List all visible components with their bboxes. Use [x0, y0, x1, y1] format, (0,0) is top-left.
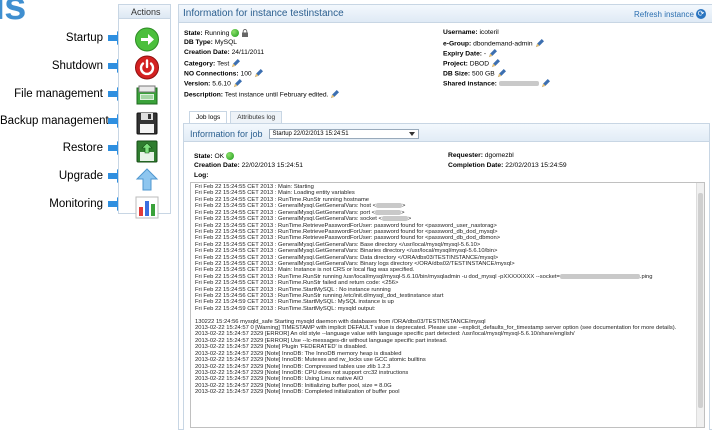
tab-job-logs[interactable]: Job logs	[189, 111, 228, 123]
annotation-2: File management	[0, 84, 128, 104]
info-field-right-5: Shared instance:	[443, 79, 550, 88]
edit-pencil-icon[interactable]	[491, 59, 501, 68]
annotation-4: Restore	[0, 138, 128, 158]
annotation-label: Startup	[65, 32, 103, 44]
edit-pencil-icon[interactable]	[488, 49, 498, 58]
job-select-value: Startup 22/02/2013 15:24:51	[272, 131, 349, 137]
log-line: 2013-02-22 15:24:57 2329 [Note] InnoDB: …	[195, 389, 400, 396]
redacted-value	[498, 81, 539, 86]
redacted-value	[376, 203, 403, 209]
startup-icon[interactable]	[134, 27, 160, 52]
instance-info-header: Information for instance testinstance Re…	[179, 5, 712, 23]
redacted-value	[381, 216, 408, 222]
edit-pencil-icon[interactable]	[231, 59, 241, 68]
refresh-instance-button[interactable]: Refresh instance ⟳	[634, 9, 706, 19]
annotation-label: Upgrade	[58, 170, 103, 182]
edit-pencil-icon[interactable]	[535, 39, 544, 48]
edit-pencil-icon[interactable]	[233, 79, 242, 88]
info-field-0: State: Running	[184, 29, 249, 37]
annotation-6: Monitoring	[0, 194, 128, 214]
annotation-label: File management	[14, 88, 103, 100]
log-textarea[interactable]: Fri Feb 22 15:24:55 CET 2013 : Main: Sta…	[190, 182, 705, 428]
job-state: State: OK	[194, 152, 234, 160]
actions-panel: Actions	[118, 4, 171, 219]
info-field-1: DB Type: MySQL	[184, 39, 238, 46]
edit-pencil-icon[interactable]	[254, 69, 263, 78]
info-field-right-1: e-Group: dbondemand-admin	[443, 39, 544, 48]
backup-icon[interactable]	[134, 111, 160, 136]
actions-header: Actions	[119, 5, 170, 19]
annotation-3: Backup management	[0, 111, 128, 131]
info-field-right-4: DB Size: 500 GB	[443, 69, 506, 78]
job-creation-date: Creation Date: 22/02/2013 15:24:51	[194, 162, 303, 169]
tab-attributes-log[interactable]: Attributes log	[230, 111, 283, 123]
info-field-right-3: Project: DBOD	[443, 59, 501, 68]
redacted-value	[559, 273, 640, 279]
annotation-1: Shutdown	[0, 56, 128, 76]
info-field-6: Description: Test instance until Februar…	[184, 90, 340, 99]
file-management-icon[interactable]	[134, 83, 160, 108]
lock-icon	[242, 29, 249, 37]
info-field-right-2: Expiry Date: -	[443, 49, 498, 58]
instance-info-panel: Information for instance testinstance Re…	[178, 4, 712, 430]
edit-pencil-icon[interactable]	[330, 90, 340, 99]
monitoring-icon[interactable]	[134, 195, 160, 220]
info-field-5: Version: 5.6.10	[184, 79, 242, 88]
job-log-panel: Information for job Startup 22/02/2013 1…	[183, 123, 710, 430]
status-running-icon	[231, 29, 240, 37]
edit-pencil-icon[interactable]	[497, 69, 506, 78]
redacted-value	[375, 209, 402, 215]
shutdown-icon[interactable]	[134, 55, 160, 80]
log-label: Log:	[194, 172, 209, 179]
info-field-right-0: Username: icoteril	[443, 29, 499, 36]
refresh-icon: ⟳	[696, 9, 706, 19]
job-select-label: Information for job	[190, 129, 263, 139]
annotation-label: Monitoring	[49, 198, 103, 210]
annotation-5: Upgrade	[0, 166, 128, 186]
job-requester: Requester: dgomezbl	[448, 152, 514, 159]
scrollbar-thumb[interactable]	[698, 193, 703, 408]
log-scrollbar[interactable]	[696, 183, 704, 427]
job-select-bar: Information for job Startup 22/02/2013 1…	[184, 124, 709, 142]
annotation-label: Restore	[62, 142, 103, 154]
upgrade-icon[interactable]	[134, 167, 160, 192]
app-root: ls Startup Shutdown File management Backup …	[0, 0, 712, 430]
annotation-0: Startup	[0, 28, 128, 48]
info-field-2: Creation Date: 24/11/2011	[184, 49, 265, 56]
job-select-dropdown[interactable]: Startup 22/02/2013 15:24:51	[268, 129, 419, 139]
chevron-down-icon	[408, 132, 415, 136]
annotation-label: Shutdown	[51, 60, 103, 72]
info-field-3: Category: Test	[184, 59, 241, 68]
job-completion-date: Completion Date: 22/02/2013 15:24:59	[448, 162, 567, 169]
annotation-label: Backup management	[0, 115, 109, 127]
restore-icon[interactable]	[134, 139, 160, 164]
info-field-4: NO Connections: 100	[184, 69, 263, 78]
page-title: Information for instance testinstance	[183, 8, 344, 19]
status-ok-icon	[225, 152, 234, 160]
tab-bar: Job logs Attributes log	[189, 111, 283, 123]
brand-logo-text: ls	[0, 0, 26, 28]
log-lines: Fri Feb 22 15:24:55 CET 2013 : Main: Sta…	[191, 183, 696, 397]
edit-pencil-icon[interactable]	[541, 79, 550, 88]
refresh-label: Refresh instance	[633, 9, 694, 19]
